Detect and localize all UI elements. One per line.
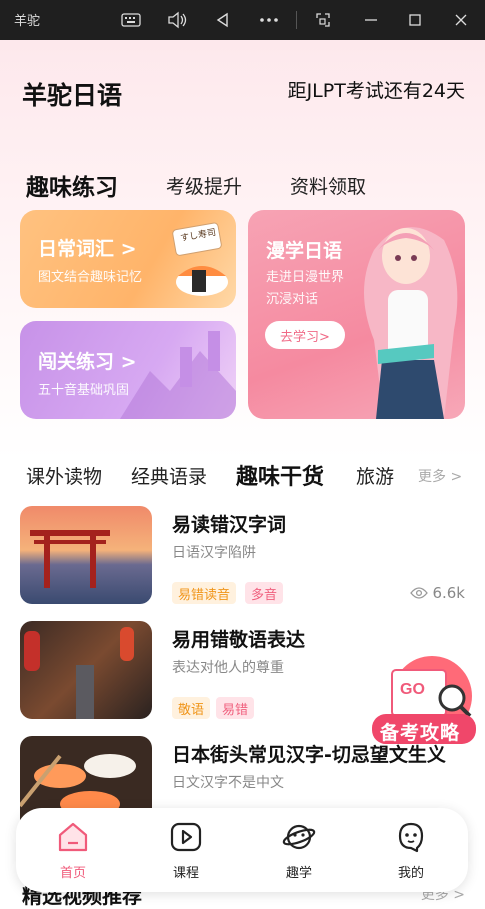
maximize-icon[interactable] xyxy=(402,8,428,32)
volume-icon[interactable] xyxy=(164,8,190,32)
screenshot-icon[interactable] xyxy=(310,8,336,32)
tab-level-up[interactable]: 考级提升 xyxy=(166,172,242,199)
card-subtitle-1: 走进日漫世界 xyxy=(266,270,345,285)
planet-icon xyxy=(282,824,316,850)
home-icon xyxy=(58,822,88,852)
article-subtitle: 表达对他人的尊重 xyxy=(172,660,284,676)
minimize-icon[interactable] xyxy=(358,8,384,32)
nav-fun[interactable]: 趣学 xyxy=(264,820,334,884)
svg-text:GO: GO xyxy=(400,681,425,698)
view-count: 6.6k xyxy=(410,584,465,602)
nav-course[interactable]: 课程 xyxy=(151,820,221,884)
category-travel[interactable]: 旅游 xyxy=(356,462,394,489)
category-extra-reading[interactable]: 课外读物 xyxy=(26,462,102,489)
exam-countdown: 距JLPT考试还有24天 xyxy=(287,80,465,102)
article-subtitle: 日语汉字陷阱 xyxy=(172,545,256,561)
nav-home[interactable]: 首页 xyxy=(38,820,108,884)
article-subtitle: 日文汉字不是中文 xyxy=(172,775,284,791)
card-title: 日常词汇 > xyxy=(38,238,137,260)
nav-label: 课程 xyxy=(172,866,199,881)
bottom-nav: 首页 课程 趣学 我的 xyxy=(16,808,468,892)
tab-fun-practice[interactable]: 趣味练习 xyxy=(26,168,118,202)
play-icon xyxy=(170,822,202,852)
card-subtitle-2: 沉浸对话 xyxy=(266,292,319,307)
face-icon xyxy=(398,822,424,853)
article-title: 易读错汉字词 xyxy=(172,514,287,536)
tag: 多音 xyxy=(245,582,284,604)
more-link[interactable]: 更多 > xyxy=(418,466,462,486)
tab-materials[interactable]: 资料领取 xyxy=(290,172,366,199)
thumbnail-torii xyxy=(20,506,152,604)
keyboard-icon[interactable] xyxy=(118,8,144,32)
tag: 易错读音 xyxy=(172,582,237,604)
tag: 敬语 xyxy=(172,697,211,719)
window-titlebar: 羊驼 xyxy=(0,0,485,40)
divider xyxy=(296,11,297,29)
exam-guide-badge[interactable]: GO 备考攻略 xyxy=(370,652,478,752)
nav-label: 我的 xyxy=(397,866,424,881)
anime-girl-illustration-icon xyxy=(364,227,458,419)
card-daily-vocab[interactable]: 日常词汇 > 图文结合趣味记忆 すし寿司 xyxy=(20,210,236,308)
top-tabs: 趣味练习 考级提升 资料领取 xyxy=(0,164,485,204)
category-fun-tips[interactable]: 趣味干货 xyxy=(236,459,324,491)
category-tabs: 课外读物 经典语录 趣味干货 旅游 更多 > xyxy=(0,456,485,492)
article-title: 易用错敬语表达 xyxy=(172,629,306,651)
nav-label: 首页 xyxy=(59,866,86,881)
lanterns-icon xyxy=(24,627,134,719)
app-title: 羊驼日语 xyxy=(22,81,123,110)
tag: 易错 xyxy=(216,697,255,719)
card-subtitle: 五十音基础巩固 xyxy=(38,383,130,398)
eye-icon xyxy=(410,587,429,599)
app-label: 羊驼 xyxy=(14,14,41,29)
card-title: 漫学日语 xyxy=(266,240,343,262)
card-subtitle: 图文结合趣味记忆 xyxy=(38,270,143,285)
nav-label: 趣学 xyxy=(285,866,312,881)
close-icon[interactable] xyxy=(448,8,474,32)
back-icon[interactable] xyxy=(210,8,236,32)
card-level-practice[interactable]: 闯关练习 > 五十音基础巩固 xyxy=(20,321,236,419)
view-count-value: 6.6k xyxy=(432,584,465,602)
more-icon[interactable] xyxy=(256,8,282,32)
card-title: 闯关练习 > xyxy=(38,351,137,373)
card-manga-japanese[interactable]: 漫学日语 走进日漫世界 沉浸对话 去学习> xyxy=(248,210,465,419)
thumbnail-alley xyxy=(20,621,152,719)
exam-guide-label: 备考攻略 xyxy=(380,722,461,744)
go-learn-button[interactable]: 去学习> xyxy=(265,321,345,349)
category-classic-quotes[interactable]: 经典语录 xyxy=(131,462,207,489)
list-item[interactable]: 易读错汉字词 日语汉字陷阱 易错读音 多音 6.6k xyxy=(0,506,485,610)
torii-gate-icon xyxy=(30,530,110,588)
castle-illustration-icon xyxy=(120,331,236,419)
nav-me[interactable]: 我的 xyxy=(376,820,446,884)
